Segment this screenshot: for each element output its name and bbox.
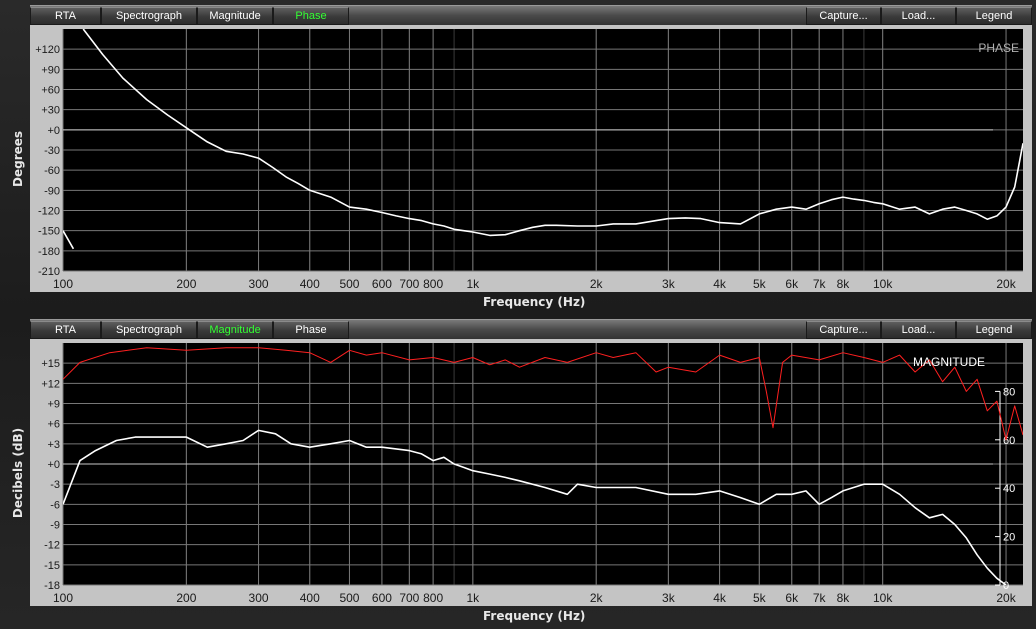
mag-x-tick-label: 10k — [873, 591, 893, 605]
mag-x-tick-label: 1k — [466, 591, 480, 605]
mag-x-tick-label: 7k — [813, 591, 827, 605]
mag-x-tick-label: 20k — [996, 591, 1016, 605]
mag-y2-tick-label: 80 — [1003, 386, 1015, 398]
mag-x-tick-label: 400 — [300, 591, 320, 605]
mag-x-tick-label: 800 — [423, 591, 443, 605]
mag-x-tick-label: 6k — [785, 591, 799, 605]
mag-x-tick-label: 4k — [713, 591, 727, 605]
magnitude-y-axis-title: Decibels (dB) — [11, 427, 25, 519]
mag-y-tick-label: -3 — [50, 479, 60, 491]
magnitude-chart: 100 200 300 400 500 600 700 800 1k 2k 3k 4k 5k 6k 7k 8k… — [41, 343, 1023, 605]
mag-x-tick-label: 2k — [590, 591, 604, 605]
mag-y-tick-label: +3 — [47, 439, 60, 451]
mag-y-tick-label: -6 — [50, 499, 60, 511]
mag-y-tick-label: +12 — [41, 378, 60, 390]
mag-x-tick-label: 8k — [837, 591, 851, 605]
mag-x-tick-label: 300 — [249, 591, 269, 605]
mag-y-tick-label: +0 — [47, 459, 60, 471]
mag-y-tick-label: -18 — [44, 580, 60, 592]
mag-x-tick-label: 100 — [53, 591, 73, 605]
mag-y2-tick-label: 40 — [1003, 483, 1015, 495]
mag-y-tick-label: +6 — [47, 419, 60, 431]
mag-y-tick-label: +15 — [41, 358, 60, 370]
mag-x-tick-label: 500 — [339, 591, 359, 605]
mag-y-tick-label: -9 — [50, 520, 60, 532]
mag-x-tick-label: 5k — [753, 591, 767, 605]
mag-x-tick-label: 200 — [176, 591, 196, 605]
mag-x-tick-label: 600 — [372, 591, 392, 605]
mag-y-tick-label: -12 — [44, 540, 60, 552]
mag-y-tick-label: +9 — [47, 399, 60, 411]
mag-y-tick-label: -15 — [44, 560, 60, 572]
mag-y2-tick-label: 0 — [1003, 580, 1009, 592]
mag-x-tick-label: 3k — [662, 591, 676, 605]
mag-x-tick-label: 700 — [399, 591, 419, 605]
mag-plot-label: MAGNITUDE — [913, 355, 985, 369]
mag-y2-tick-label: 20 — [1003, 532, 1015, 544]
magnitude-x-axis-title: Frequency (Hz) — [483, 609, 586, 623]
